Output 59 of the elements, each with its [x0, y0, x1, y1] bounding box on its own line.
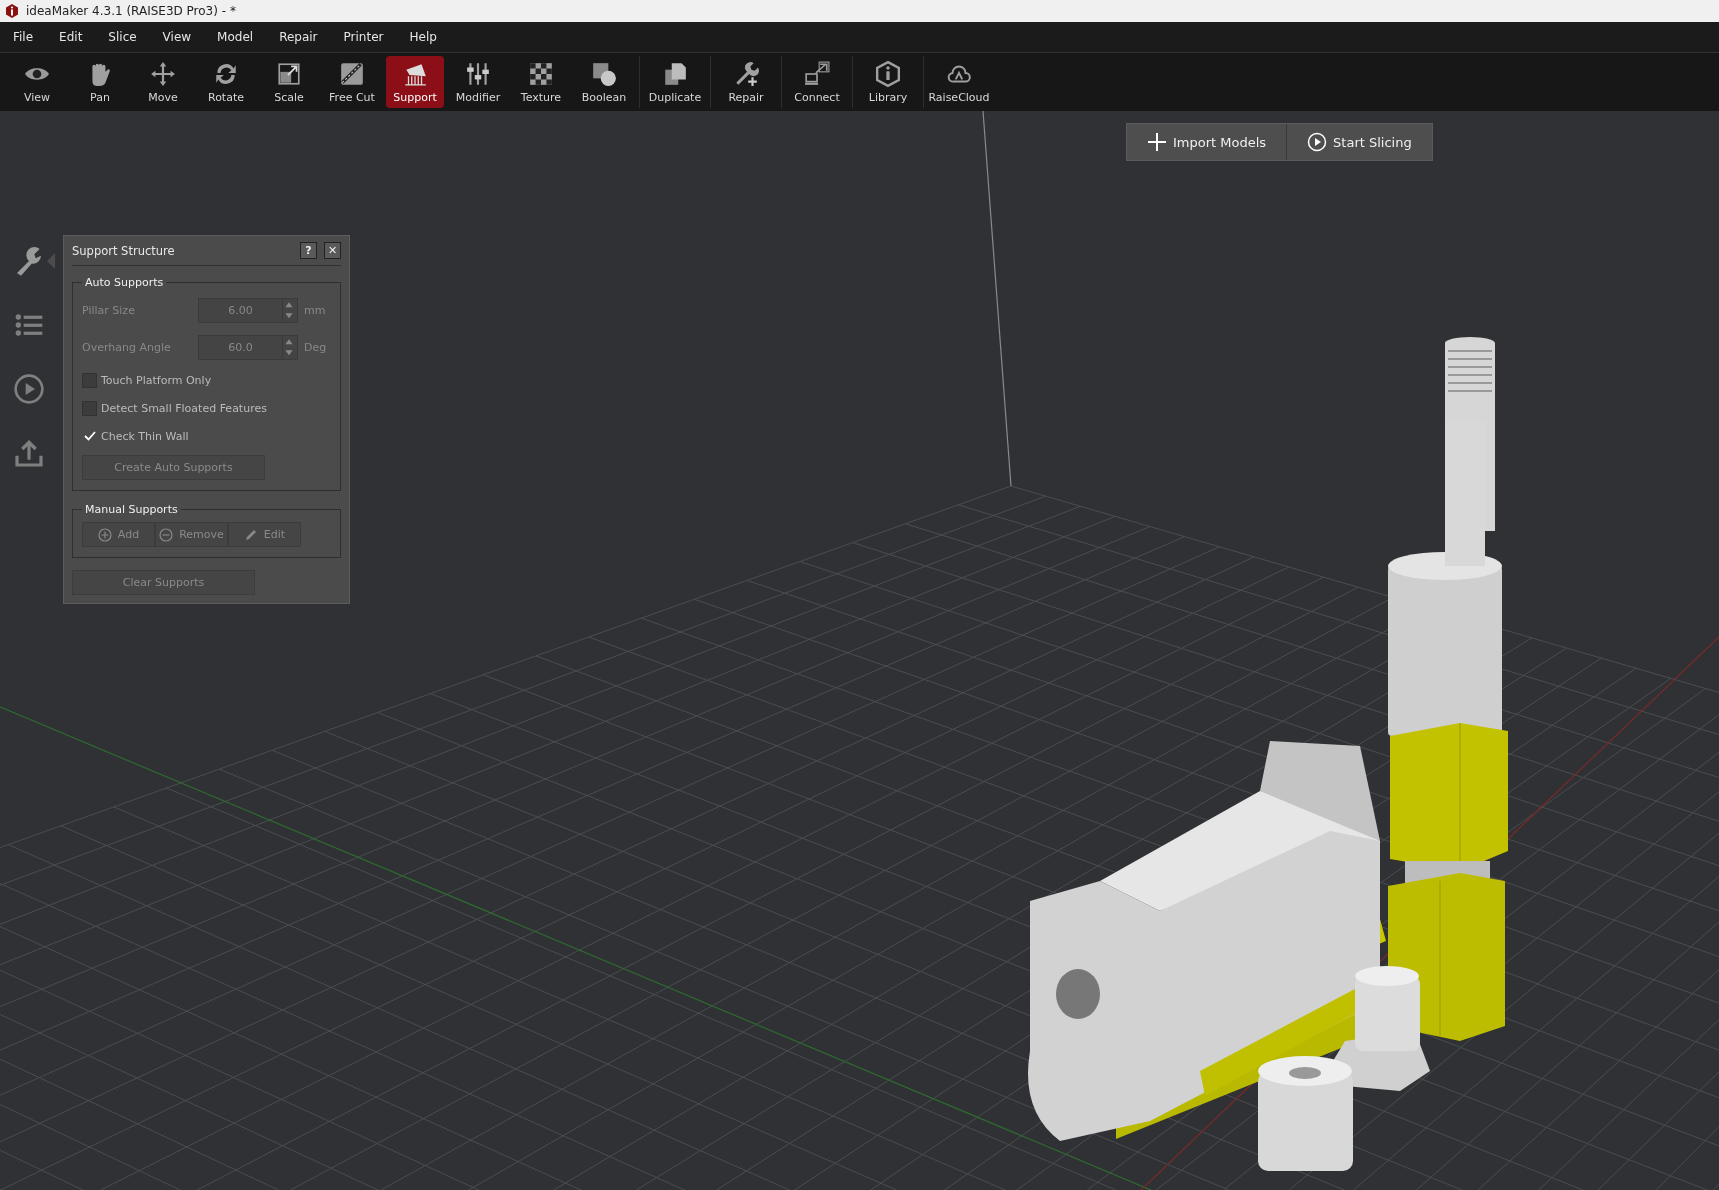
menu-item[interactable]: Slice [99, 22, 146, 52]
model-drawing[interactable] [1028, 337, 1508, 1171]
checker-icon [528, 60, 554, 87]
menu-item[interactable]: Printer [334, 22, 393, 52]
checkbox[interactable] [82, 400, 97, 416]
toolbar-button[interactable]: Duplicate [646, 56, 704, 108]
toolbar-button[interactable]: Library [859, 56, 917, 108]
toolbar-button[interactable]: Free Cut [323, 56, 381, 108]
toolbar-button[interactable]: Texture [512, 56, 570, 108]
menu-item[interactable]: Help [400, 22, 446, 52]
group-title: Auto Supports [84, 276, 165, 289]
cut-icon [339, 60, 365, 87]
wrench-plus-icon [733, 60, 759, 87]
boolean-icon [591, 60, 617, 87]
toolbar-button[interactable]: RaiseCloud [930, 56, 988, 108]
connect-icon [804, 60, 830, 87]
toolbar-button[interactable]: Modifier [449, 56, 507, 108]
toolbar-button[interactable]: Rotate [197, 56, 255, 108]
pencil-icon [243, 527, 258, 542]
unit-label: mm [304, 303, 326, 317]
menu-item[interactable]: Repair [270, 22, 327, 52]
group-title: Manual Supports [84, 503, 179, 516]
checkbox-label: Touch Platform Only [101, 373, 212, 387]
scale-icon [276, 60, 302, 87]
toolbar-button[interactable]: View [8, 56, 66, 108]
duplicate-icon [662, 60, 688, 87]
menu-item[interactable]: File [4, 22, 43, 52]
play-icon [1307, 132, 1328, 152]
play-icon [13, 373, 45, 405]
checkbox-label: Detect Small Floated Features [101, 401, 267, 415]
toolbar-button[interactable]: Connect [788, 56, 846, 108]
toolbar-button[interactable]: Support [386, 56, 444, 108]
checkbox-label: Check Thin Wall [101, 429, 189, 443]
toolbar-button[interactable]: Move [134, 56, 192, 108]
panel-title: Support Structure [72, 243, 176, 258]
import-models-button[interactable]: Import Models [1127, 124, 1287, 160]
unit-label: Deg [304, 340, 327, 354]
toolbar-button[interactable]: Repair [717, 56, 775, 108]
check-icon [83, 430, 96, 442]
start-slicing-button[interactable]: Start Slicing [1286, 124, 1432, 160]
window-title: ideaMaker 4.3.1 (RAISE3D Pro3) - * [26, 4, 236, 18]
field-label: Overhang Angle [82, 340, 172, 354]
toolbar-button[interactable]: Scale [260, 56, 318, 108]
toolbar-button[interactable]: Pan [71, 56, 129, 108]
close-button[interactable]: ✕ [324, 242, 341, 259]
help-button[interactable]: ? [300, 242, 317, 259]
move-icon [150, 60, 176, 87]
menu-item[interactable]: Edit [50, 22, 92, 52]
plus-icon [97, 527, 112, 542]
field-label: Pillar Size [82, 303, 136, 317]
info-hexagon-icon [875, 60, 901, 87]
minus-icon [159, 527, 174, 542]
sliders-icon [465, 60, 491, 87]
menu-item[interactable]: Model [208, 22, 263, 52]
toolbar-button[interactable]: Boolean [575, 56, 633, 108]
app-logo-icon [4, 3, 20, 19]
menu-item[interactable]: View [153, 22, 201, 52]
plus-icon [1147, 132, 1167, 152]
checkbox[interactable] [82, 372, 97, 388]
